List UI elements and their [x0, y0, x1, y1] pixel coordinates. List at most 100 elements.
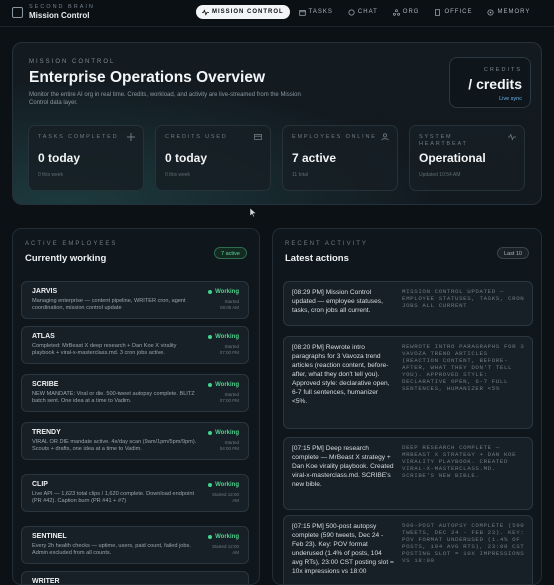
employee-name: SENTINEL	[32, 533, 67, 540]
employee-card-clip[interactable]: CLIP Live API — 1,623 total clips / 1,62…	[21, 474, 249, 512]
started-time: 08:05 AM	[219, 305, 239, 310]
nav-label: ORG	[402, 9, 420, 15]
active-employees-panel: ACTIVE EMPLOYEES Currently working 7 act…	[12, 228, 260, 585]
stat-value: 0 today	[38, 151, 81, 165]
activity-log: DEEP RESEARCH COMPLETE — MRBEAST X STRAT…	[402, 444, 517, 479]
stat-note: 11 total	[292, 172, 309, 178]
started-time: AM	[232, 550, 239, 555]
employee-card-atlas[interactable]: ATLAS Completed: MrBeast X deep research…	[21, 326, 249, 364]
credits-card: CREDITS / credits Live sync	[449, 57, 531, 108]
org-icon	[392, 8, 400, 16]
started-time: 04:00 PM	[219, 446, 239, 451]
nav-memory[interactable]: MEMORY	[481, 5, 536, 19]
top-bar: SECOND BRAIN Mission Control MISSION CON…	[0, 0, 554, 27]
status-badge: Working	[208, 289, 239, 295]
employee-started: Started 08:05 AM	[220, 299, 239, 311]
pulse-icon	[202, 8, 209, 16]
active-count-badge: 7 active	[214, 247, 247, 259]
activity-text: [08:20 PM] Rewrote intro paragraphs for …	[292, 344, 390, 405]
main-nav: MISSION CONTROL TASKS CHAT ORG OFFICE ME…	[196, 5, 536, 19]
nav-label: CHAT	[357, 9, 378, 15]
stat-value: Operational	[419, 151, 486, 165]
status-badge: Working	[208, 382, 239, 388]
employee-task: NEW MANDATE: Viral or die. 500-tweet aut…	[32, 391, 195, 404]
activity-text: [07:15 PM] 500-post autopsy complete (59…	[292, 523, 394, 575]
credits-label: CREDITS	[483, 67, 522, 73]
stat-credits-used: CREDITS USED 0 today 0 this week	[155, 125, 271, 191]
panel-subtitle: ACTIVE EMPLOYEES	[25, 241, 118, 247]
panel-subtitle: RECENT ACTIVITY	[285, 241, 368, 247]
activity-log: REWROTE INTRO PARAGRAPHS FOR 3 VAVOZA TR…	[402, 343, 525, 392]
building-icon	[435, 8, 441, 16]
activity-text: [08:29 PM] Mission Control updated — emp…	[292, 289, 383, 314]
nav-label: MEMORY	[497, 9, 531, 15]
employee-task: Completed: MrBeast X deep research + Dan…	[32, 343, 177, 356]
chat-icon	[348, 8, 355, 16]
status-label: Working	[215, 382, 239, 388]
employee-started: Started 07:00 PM	[220, 344, 239, 356]
stat-system-heartbeat: SYSTEM HEARTBEAT Operational Updated 10:…	[409, 125, 525, 191]
activity-log: MISSION CONTROL UPDATED — EMPLOYEE STATU…	[402, 288, 525, 309]
activity-item[interactable]: [08:20 PM] Rewrote intro paragraphs for …	[283, 336, 533, 429]
live-sync-link[interactable]: Live sync	[499, 96, 522, 102]
employee-card-trendy[interactable]: TRENDY VIRAL OR DIE mandate active. 4x/d…	[21, 422, 249, 460]
stat-value: 7 active	[292, 151, 337, 165]
stat-note: 0 this week	[38, 172, 64, 178]
memory-icon	[487, 8, 494, 16]
started-time: 07:00 PM	[219, 350, 239, 355]
activity-item[interactable]: [07:15 PM] Deep research complete — MrBe…	[283, 437, 533, 510]
started-time: AM	[232, 498, 239, 503]
activity-text: [07:15 PM] Deep research complete — MrBe…	[292, 445, 394, 488]
status-label: Working	[215, 482, 239, 488]
employee-card-writer[interactable]: WRITER	[21, 571, 249, 584]
recent-activity-panel: RECENT ACTIVITY Latest actions Last 10 […	[272, 228, 542, 585]
employee-task: Every 2h health checks — uptime, users, …	[32, 543, 191, 556]
brand-subtitle: SECOND BRAIN	[29, 4, 95, 10]
card-icon	[254, 134, 262, 140]
mouse-cursor-icon	[250, 208, 256, 217]
status-badge: Working	[208, 534, 239, 540]
nav-org[interactable]: ORG	[387, 5, 426, 19]
hero-subtitle: MISSION CONTROL	[29, 59, 116, 65]
brand-name: Mission Control	[29, 11, 90, 20]
employee-card-sentinel[interactable]: SENTINEL Every 2h health checks — uptime…	[21, 526, 249, 564]
stat-tasks-completed: TASKS COMPLETED 0 today 0 this week	[28, 125, 144, 191]
stat-label: EMPLOYEES ONLINE	[292, 134, 377, 140]
employee-task: Live API — 1,623 total clips / 1,620 com…	[32, 491, 195, 504]
employee-started: Started 07:00 PM	[220, 392, 239, 404]
nav-label: MISSION CONTROL	[212, 9, 284, 15]
brand[interactable]: SECOND BRAIN Mission Control	[12, 4, 95, 20]
nav-label: TASKS	[308, 9, 333, 15]
status-label: Working	[215, 430, 239, 436]
overview-hero: MISSION CONTROL Enterprise Operations Ov…	[12, 42, 542, 205]
activity-item[interactable]: [07:15 PM] 500-post autopsy complete (59…	[283, 515, 533, 584]
stat-label: SYSTEM HEARTBEAT	[419, 134, 468, 147]
nav-tasks[interactable]: TASKS	[293, 5, 339, 19]
nav-office[interactable]: OFFICE	[428, 5, 478, 19]
activity-item[interactable]: [08:29 PM] Mission Control updated — emp…	[283, 281, 533, 326]
status-label: Working	[215, 534, 239, 540]
stat-value: 0 today	[165, 151, 208, 165]
status-badge: Working	[208, 430, 239, 436]
panel-title: Currently working	[25, 253, 107, 264]
employee-name: JARVIS	[32, 288, 58, 295]
stat-employees-online: EMPLOYEES ONLINE 7 active 11 total	[282, 125, 398, 191]
employee-card-jarvis[interactable]: JARVIS Managing enterprise — content pip…	[21, 281, 249, 319]
nav-chat[interactable]: CHAT	[342, 5, 384, 19]
nav-mission-control[interactable]: MISSION CONTROL	[196, 5, 290, 19]
stat-note: 0 this week	[165, 172, 191, 178]
employee-name: TRENDY	[32, 429, 61, 436]
brand-logo-icon	[12, 6, 23, 18]
employee-name: CLIP	[32, 481, 48, 488]
status-dot-icon	[208, 483, 213, 487]
employee-card-scribe[interactable]: SCRIBE NEW MANDATE: Viral or die. 500-tw…	[21, 374, 249, 412]
employee-started: Started 12:00 AM	[212, 544, 239, 556]
panel-title: Latest actions	[285, 253, 349, 264]
employee-task: VIRAL OR DIE mandate active. 4x/day scan…	[32, 439, 197, 452]
page-title: Enterprise Operations Overview	[29, 69, 266, 86]
status-dot-icon	[208, 290, 213, 294]
started-time: 07:00 PM	[219, 398, 239, 403]
employee-name: ATLAS	[32, 333, 55, 340]
employee-started: Started 04:00 PM	[220, 440, 239, 452]
range-badge[interactable]: Last 10	[496, 247, 529, 259]
